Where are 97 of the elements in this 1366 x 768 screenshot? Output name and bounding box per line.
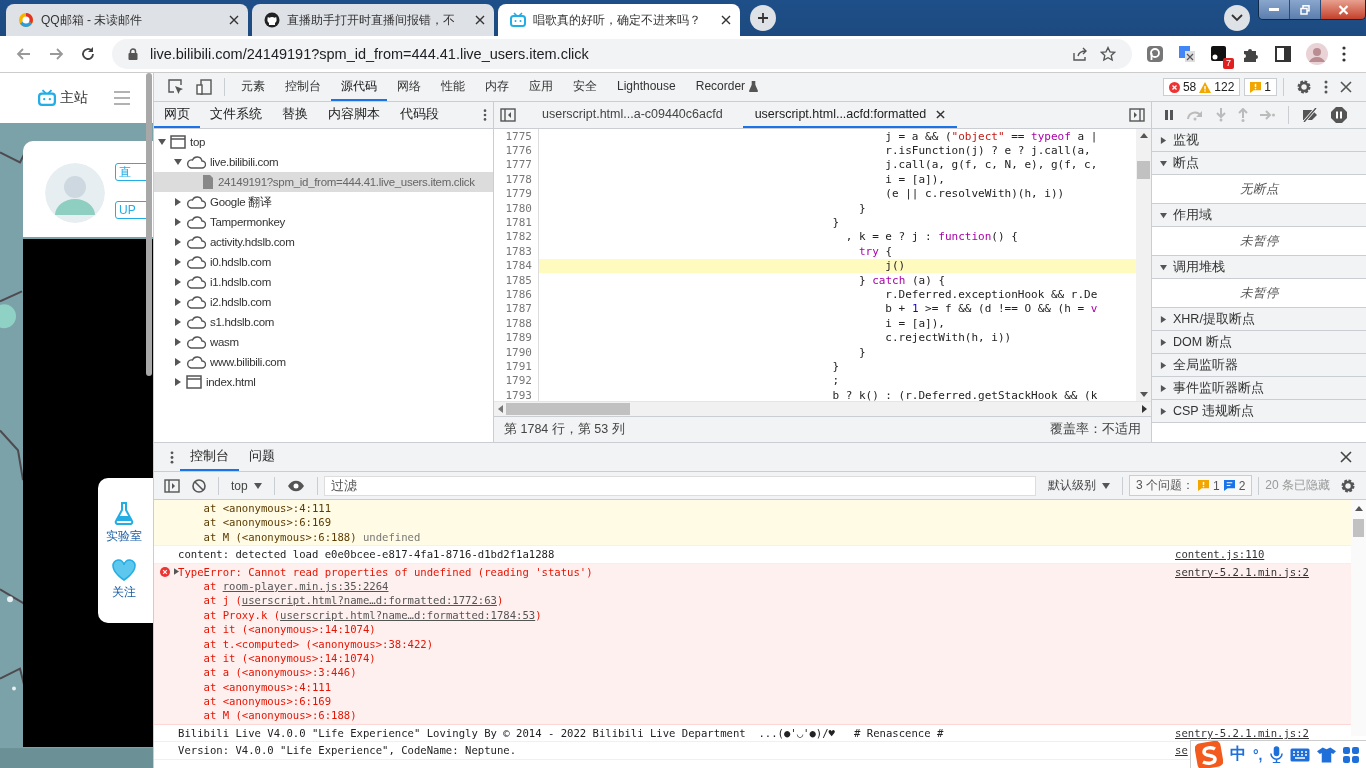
file-tab[interactable]: userscript.html...a-c09440c6acfd	[530, 102, 735, 128]
log-text: at <anonymous>:4:111	[202, 501, 332, 516]
error-warning-counter[interactable]: 58 122	[1162, 78, 1241, 96]
section-header[interactable]: 监视	[1152, 129, 1366, 152]
panel-tab[interactable]: 元素	[231, 73, 275, 101]
browser-tab[interactable]: 唱歌真的好听，确定不进来吗？	[498, 4, 740, 36]
code-line: r.Deferred.exceptionHook && r.De	[884, 288, 1098, 301]
section-header[interactable]: 事件监听器断点	[1152, 377, 1366, 400]
code-line: }	[857, 201, 866, 215]
log-text: at a (<anonymous>:3:446)	[202, 665, 357, 680]
log-text: at <anonymous>:4:111	[202, 679, 332, 695]
punctuation-mode[interactable]: °,	[1253, 746, 1263, 763]
tree-item[interactable]: i2.hdslb.com	[154, 292, 493, 312]
context-dropdown[interactable]: top	[225, 478, 268, 493]
address-field[interactable]: live.bilibili.com/24149191?spm_id_from=444.41.live_users.item.click	[112, 39, 1132, 69]
issues-counter[interactable]: 1	[1244, 78, 1277, 96]
code-line: j.call(a, g(f, c, N, e), g(f, c,	[884, 158, 1098, 172]
coverage-status: 覆盖率：不适用	[1050, 421, 1141, 438]
log-level-dropdown[interactable]: 默认级别	[1041, 477, 1116, 494]
panel-tab[interactable]: 网络	[387, 73, 431, 101]
code-line: }	[857, 345, 866, 359]
code-line: j = a && ("object" == typeof a |	[884, 129, 1098, 143]
section-header[interactable]: CSP 违规断点	[1152, 400, 1366, 423]
code-line: r.isFunction(j) ? e ? j.call(a,	[884, 144, 1091, 158]
code-line: (e || c.resolveWith)(h, i))	[884, 187, 1065, 201]
tree-item[interactable]: activity.hdslb.com	[154, 232, 493, 252]
tree-item[interactable]: 24149191?spm_id_from=444.41.live_users.item.click	[154, 172, 493, 192]
tree-item[interactable]: i1.hdslb.com	[154, 272, 493, 292]
issues-button[interactable]: 3 个问题： 1 2	[1128, 475, 1253, 496]
section-header[interactable]: DOM 断点	[1152, 331, 1366, 354]
log-text: at j (userscript.html?name…d:formatted:1772:63)	[202, 593, 504, 608]
log-text: at <anonymous>:6:169	[202, 694, 332, 709]
section-header[interactable]: XHR/提取断点	[1152, 308, 1366, 331]
panel-tab[interactable]: 性能	[431, 73, 475, 101]
side-button[interactable]: 关注	[112, 558, 136, 601]
log-text: at it (<anonymous>:14:1074)	[202, 650, 376, 666]
notification-badge: 7	[1223, 58, 1234, 69]
input-mode[interactable]: 中	[1230, 744, 1246, 765]
filter-field[interactable]: 过滤	[323, 475, 1036, 496]
log-text: at it (<anonymous>:14:1074)	[202, 622, 376, 637]
code-line: } catch (a) {	[857, 273, 945, 287]
navigator-tab[interactable]: 文件系统	[200, 102, 272, 128]
panel-tab[interactable]: 安全	[563, 73, 607, 101]
log-text: TypeError: Cannot read properties of undefined (reading 'status')	[178, 564, 593, 579]
code-line: b + 1 >= f && (d !== O && (h = v	[884, 302, 1098, 316]
tree-item[interactable]: Google 翻译	[154, 192, 493, 212]
navigator-tab[interactable]: 内容脚本	[318, 102, 390, 128]
code-line: j()	[884, 259, 906, 273]
log-text: at Proxy.k (userscript.html?name…d:formatted:1784:53)	[202, 607, 542, 623]
log-text: Bilibili Live V4.0.0 "Life Experience" Lovingly By © 2014 - 2022 Bilibili Live Department ...(●'◡'●)/♥ # Renascence #	[178, 725, 944, 741]
cursor-position: 第 1784 行，第 53 列	[504, 421, 625, 438]
code-line: ;	[831, 374, 839, 388]
panel-tab[interactable]: 控制台	[275, 73, 331, 101]
code-line: b ? k() : (r.Deferred.getStackHook && (k	[831, 388, 1098, 401]
tree-item[interactable]: wasm	[154, 332, 493, 352]
source-link[interactable]: sentry-5.2.1.min.js:2	[1175, 725, 1327, 741]
tree-item[interactable]: i0.hdslb.com	[154, 252, 493, 272]
source-link[interactable]: content.js:110	[1175, 547, 1327, 562]
log-text: at <anonymous>:6:169	[202, 515, 332, 530]
nav-link[interactable]: 主站	[60, 89, 88, 107]
code-line: c.rejectWith(h, i))	[884, 331, 1012, 345]
log-text: Version: V4.0.0 "Life Experience", CodeName: Neptune.	[178, 743, 517, 758]
hidden-count: 20 条已隐藏	[1265, 477, 1330, 494]
code-line: i = [a]),	[884, 316, 945, 330]
panel-tab[interactable]: 内存	[475, 73, 519, 101]
tree-item[interactable]: index.html	[154, 372, 493, 392]
navigator-tab[interactable]: 代码段	[390, 102, 449, 128]
log-text: content: detected load e0e0bcee-e817-4fa1-8716-d1bd2f1a1288	[178, 547, 555, 562]
panel-tab[interactable]: Recorder	[685, 73, 769, 101]
tree-item[interactable]: Tampermonkey	[154, 212, 493, 232]
section-header[interactable]: 全局监听器	[1152, 354, 1366, 377]
tree-item[interactable]: live.bilibili.com	[154, 152, 493, 172]
tree-item[interactable]: www.bilibili.com	[154, 352, 493, 372]
log-text: at t.<computed> (<anonymous>:38:422)	[202, 636, 434, 651]
tree-item[interactable]: top	[154, 132, 493, 152]
section-header[interactable]: 调用堆栈	[1152, 256, 1366, 279]
section-header[interactable]: 作用域	[1152, 204, 1366, 227]
panel-tab[interactable]: 应用	[519, 73, 563, 101]
code-line: , k = e ? j : function() {	[844, 230, 1018, 244]
navigator-tab[interactable]: 网页	[154, 102, 200, 128]
tree-item[interactable]: s1.hdslb.com	[154, 312, 493, 332]
log-text: at M (<anonymous>:6:188) undefined	[202, 529, 421, 545]
code-line: }	[831, 359, 839, 373]
browser-tab[interactable]: QQ邮箱 - 未读邮件	[6, 4, 248, 36]
drawer-tab[interactable]: 问题	[239, 443, 285, 471]
panel-tab[interactable]: Lighthouse	[607, 73, 686, 101]
browser-tab[interactable]: 直播助手打开时直播间报错，不	[252, 4, 494, 36]
log-text: at M (<anonymous>:6:188)	[202, 708, 357, 723]
section-header[interactable]: 断点	[1152, 152, 1366, 175]
code-line: }	[831, 216, 839, 230]
code-line: try {	[857, 244, 892, 258]
file-tab[interactable]: userscript.html...acfd:formatted	[742, 102, 958, 128]
code-line: i = [a]),	[884, 172, 945, 186]
source-link[interactable]: sentry-5.2.1.min.js:2	[1175, 564, 1327, 579]
side-button[interactable]: 实验室	[106, 500, 142, 545]
log-text: at room-player.min.js:35:2264	[202, 578, 389, 594]
navigator-tab[interactable]: 替换	[272, 102, 318, 128]
